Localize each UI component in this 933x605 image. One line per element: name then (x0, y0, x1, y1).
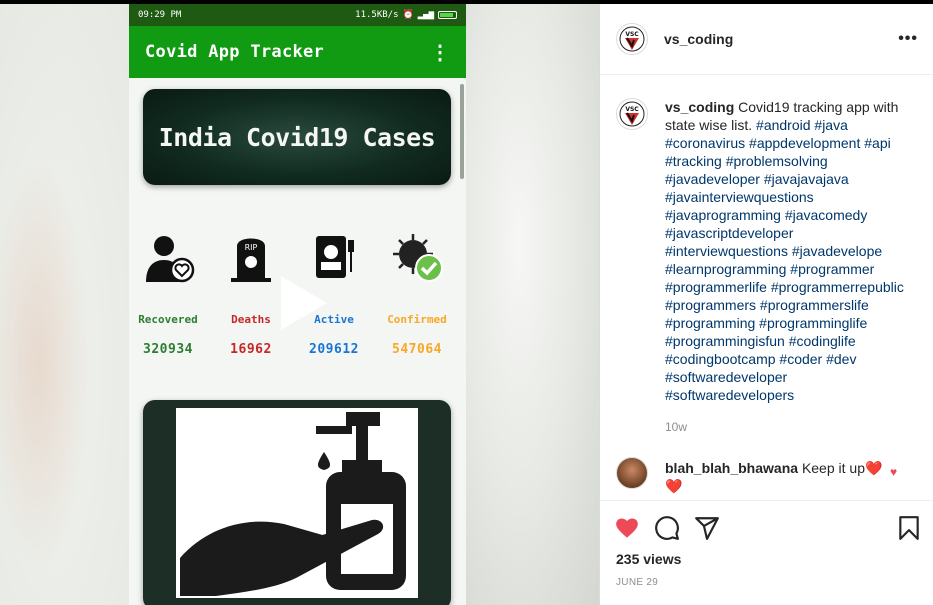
status-bar: 09:29 PM 11.5KB/s ⏰ ▂▄▆ (129, 4, 466, 26)
comment-emoji: ❤️ (665, 478, 683, 494)
share-send-icon[interactable] (694, 515, 720, 541)
app-bar: Covid App Tracker ⋮ (129, 26, 466, 78)
username-link[interactable]: vs_coding (664, 31, 733, 47)
phone-screen: 09:29 PM 11.5KB/s ⏰ ▂▄▆ Covid App Tracke… (129, 4, 466, 605)
comment-body: blah_blah_bhawana Keep it up❤️ ❤️ (665, 459, 885, 495)
caption-username[interactable]: vs_coding (665, 99, 734, 115)
stat-value: 209612 (309, 342, 359, 357)
hand-wash-card (143, 400, 451, 605)
vsc-logo-icon: VSC (619, 101, 645, 127)
hand-wash-icon (180, 412, 406, 596)
stat-recovered: Recovered 320934 (131, 232, 205, 357)
video-blur-left (0, 4, 129, 605)
like-heart-icon[interactable] (614, 515, 640, 541)
video-player[interactable]: 09:29 PM 11.5KB/s ⏰ ▂▄▆ Covid App Tracke… (0, 4, 599, 605)
signal-icon: ▂▄▆ (417, 10, 434, 20)
logo-text: VSC (625, 106, 639, 113)
status-indicators: 11.5KB/s ⏰ ▂▄▆ (355, 10, 457, 20)
avatar[interactable]: VSC (616, 98, 648, 130)
vsc-logo-icon: VSC (619, 26, 645, 52)
stat-value: 547064 (392, 342, 442, 357)
comment-emoji: ❤️ (865, 460, 883, 476)
stat-label: Recovered (138, 313, 198, 326)
comment-like-heart-icon[interactable]: ♥ (890, 465, 897, 479)
status-time: 09:29 PM (138, 10, 182, 20)
more-options-icon[interactable]: ••• (898, 30, 918, 48)
post-panel: VSC vs_coding ••• VSC vs_coding Covid19 … (599, 4, 933, 605)
play-icon[interactable] (269, 272, 331, 334)
stat-confirmed: Confirmed 547064 (380, 232, 454, 357)
cases-banner: India Covid19 Cases (143, 89, 451, 185)
view-count[interactable]: 235 views (616, 551, 681, 567)
commenter-avatar[interactable] (616, 457, 648, 489)
status-speed: 11.5KB/s (355, 10, 399, 20)
caption-age[interactable]: 10w (665, 420, 687, 434)
recovered-person-icon (146, 236, 195, 283)
comment-text: Keep it up (801, 460, 865, 476)
stat-label: Confirmed (387, 313, 447, 326)
video-blur-right (466, 4, 599, 605)
post-date[interactable]: JUNE 29 (616, 577, 658, 588)
alarm-icon: ⏰ (402, 10, 414, 20)
scrollbar-thumb (460, 84, 464, 179)
save-bookmark-icon[interactable] (896, 515, 922, 541)
caption-body: vs_coding Covid19 tracking app with stat… (665, 98, 917, 404)
action-bar: 235 views JUNE 29 (600, 500, 933, 605)
comment-username[interactable]: blah_blah_bhawana (665, 460, 798, 476)
rip-text: RIP (245, 243, 258, 252)
caption-hashtags[interactable]: #android #java #coronavirus #appdevelopm… (665, 117, 904, 403)
logo-text: VSC (625, 31, 639, 38)
stat-value: 320934 (143, 342, 193, 357)
post-header: VSC vs_coding ••• (600, 4, 933, 75)
virus-check-icon (393, 234, 443, 282)
hand-wash-illustration (176, 408, 418, 598)
avatar[interactable]: VSC (616, 23, 648, 55)
battery-icon (438, 11, 457, 19)
overflow-menu-icon: ⋮ (430, 41, 450, 64)
banner-title: India Covid19 Cases (158, 122, 436, 152)
app-title: Covid App Tracker (145, 42, 325, 62)
comment-icon[interactable] (654, 515, 680, 541)
stat-value: 16962 (230, 342, 272, 357)
